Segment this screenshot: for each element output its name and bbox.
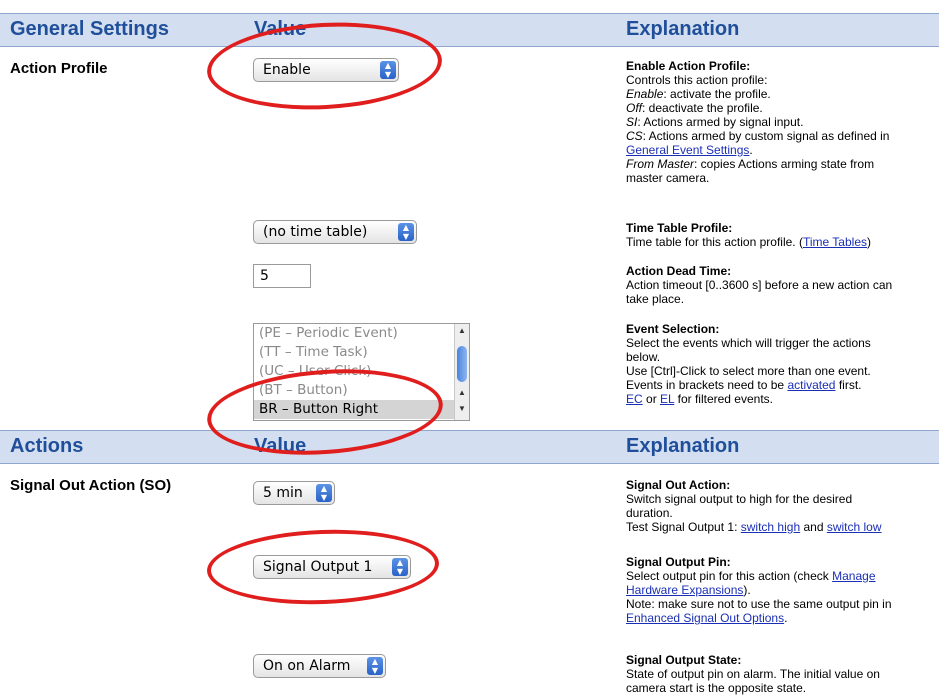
explanation-line: Action timeout [0..3600 s] before a new … — [626, 278, 893, 292]
select-arrows-icon: ▲ ▼ — [380, 61, 396, 79]
explanation-line: . — [749, 143, 753, 157]
header-col-explanation: Explanation — [626, 435, 740, 457]
el-link[interactable]: EL — [660, 392, 674, 406]
signal-state-select[interactable]: On on Alarm ▲ ▼ — [253, 654, 386, 678]
option-name: CS — [626, 129, 643, 143]
explanation-line: master camera. — [626, 171, 710, 185]
explanation-line: and — [803, 520, 824, 534]
explanation-line: Note: make sure not to use the same outp… — [626, 597, 892, 611]
explanation-line: below. — [626, 350, 661, 364]
explanation-line: Select output pin for this action (check — [626, 569, 829, 583]
explanation-line: Switch signal output to high for the des… — [626, 492, 853, 506]
actions-header: Actions Value Explanation — [0, 430, 939, 464]
header-col-value: Value — [254, 18, 307, 40]
explanation-title: Signal Out Action: — [626, 478, 731, 492]
signal-out-explanation: Signal Out Action: Switch signal output … — [626, 478, 939, 534]
activated-link[interactable]: activated — [787, 378, 835, 392]
explanation-line: ) — [867, 235, 871, 249]
event-selection-list[interactable]: (PE – Periodic Event) (TT – Time Task) (… — [253, 323, 470, 421]
scroll-up-icon[interactable]: ▲ — [458, 388, 466, 397]
explanation-line: camera start is the opposite state. — [626, 681, 807, 695]
action-profile-select[interactable]: Enable ▲ ▼ — [253, 58, 399, 82]
signal-duration-value: 5 min — [263, 485, 303, 501]
action-profile-label: Action Profile — [10, 60, 108, 77]
explanation-line: take place. — [626, 292, 685, 306]
signal-out-action-label: Signal Out Action (SO) — [10, 477, 172, 494]
explanation-title: Signal Output State: — [626, 653, 742, 667]
switch-high-link[interactable]: switch high — [741, 520, 800, 534]
list-item[interactable]: (PE – Periodic Event) — [254, 324, 469, 343]
header-col-value: Value — [254, 435, 307, 457]
select-arrows-icon: ▲ ▼ — [316, 484, 332, 502]
time-table-select[interactable]: (no time table) ▲ ▼ — [253, 220, 417, 244]
explanation-title: Action Dead Time: — [626, 264, 732, 278]
explanation-line: Events in brackets need to be — [626, 378, 785, 392]
output-pin-explanation: Signal Output Pin: Select output pin for… — [626, 555, 939, 625]
explanation-line: Select the events which will trigger the… — [626, 336, 871, 350]
option-name: From Master — [626, 157, 695, 171]
signal-output-value: Signal Output 1 — [263, 559, 373, 575]
dead-time-input[interactable]: 5 — [253, 264, 311, 288]
time-table-explanation: Time Table Profile: Time table for this … — [626, 221, 939, 249]
enhanced-signal-out-link[interactable]: Enhanced Signal Out Options — [626, 611, 784, 625]
scroll-down-icon[interactable]: ▼ — [458, 404, 466, 413]
time-tables-link[interactable]: Time Tables — [803, 235, 867, 249]
event-selection-explanation: Event Selection: Select the events which… — [626, 322, 939, 406]
explanation-title: Event Selection: — [626, 322, 720, 336]
list-scrollbar[interactable]: ▲ ▲ ▼ — [454, 324, 469, 420]
list-item[interactable]: (BT – Button) — [254, 381, 469, 400]
explanation-line: State of output pin on alarm. The initia… — [626, 667, 880, 681]
header-col-settings: General Settings — [10, 18, 169, 40]
scroll-thumb[interactable] — [457, 346, 467, 382]
switch-low-link[interactable]: switch low — [827, 520, 882, 534]
list-item[interactable]: (UC – User Click) — [254, 362, 469, 381]
signal-output-select[interactable]: Signal Output 1 ▲ ▼ — [253, 555, 411, 579]
select-arrows-icon: ▲ ▼ — [367, 657, 383, 675]
option-name: SI — [626, 115, 638, 129]
explanation-line: : Actions armed by custom signal as defi… — [642, 129, 890, 143]
output-state-explanation: Signal Output State: State of output pin… — [626, 653, 939, 695]
manage-hardware-link[interactable]: Manage — [832, 569, 875, 583]
time-table-value: (no time table) — [263, 224, 368, 240]
explanation-title: Enable Action Profile: — [626, 59, 751, 73]
scroll-up-icon[interactable]: ▲ — [458, 326, 466, 335]
ec-link[interactable]: EC — [626, 392, 643, 406]
explanation-line: : Actions armed by signal input. — [637, 115, 804, 129]
explanation-line: Use [Ctrl]-Click to select more than one… — [626, 364, 871, 378]
enable-explanation: Enable Action Profile: Controls this act… — [626, 59, 939, 185]
explanation-line: : deactivate the profile. — [642, 101, 763, 115]
signal-duration-select[interactable]: 5 min ▲ ▼ — [253, 481, 335, 505]
explanation-line: : copies Actions arming state from — [694, 157, 875, 171]
explanation-line: : activate the profile. — [663, 87, 771, 101]
dead-time-explanation: Action Dead Time: Action timeout [0..360… — [626, 264, 939, 306]
explanation-line: first. — [838, 378, 862, 392]
explanation-line: Test Signal Output 1: — [626, 520, 738, 534]
explanation-line: Time table for this action profile. ( — [626, 235, 803, 249]
explanation-title: Time Table Profile: — [626, 221, 733, 235]
list-item-selected[interactable]: BR – Button Right — [254, 400, 469, 419]
explanation-title: Signal Output Pin: — [626, 555, 731, 569]
header-col-explanation: Explanation — [626, 18, 740, 40]
list-item[interactable]: (TT – Time Task) — [254, 343, 469, 362]
explanation-line: ). — [743, 583, 751, 597]
select-arrows-icon: ▲ ▼ — [392, 558, 408, 576]
option-name: Off — [626, 101, 643, 115]
explanation-line: . — [784, 611, 788, 625]
general-settings-header: General Settings Value Explanation — [0, 13, 939, 47]
explanation-line: or — [646, 392, 657, 406]
hardware-expansions-link[interactable]: Hardware Expansions — [626, 583, 743, 597]
signal-state-value: On on Alarm — [263, 658, 351, 674]
option-name: Enable — [626, 87, 664, 101]
explanation-line: duration. — [626, 506, 673, 520]
general-event-settings-link[interactable]: General Event Settings — [626, 143, 749, 157]
select-arrows-icon: ▲ ▼ — [398, 223, 414, 241]
header-col-actions: Actions — [10, 435, 84, 457]
action-profile-value: Enable — [263, 62, 311, 78]
explanation-line: Controls this action profile: — [626, 73, 768, 87]
explanation-line: for filtered events. — [677, 392, 773, 406]
